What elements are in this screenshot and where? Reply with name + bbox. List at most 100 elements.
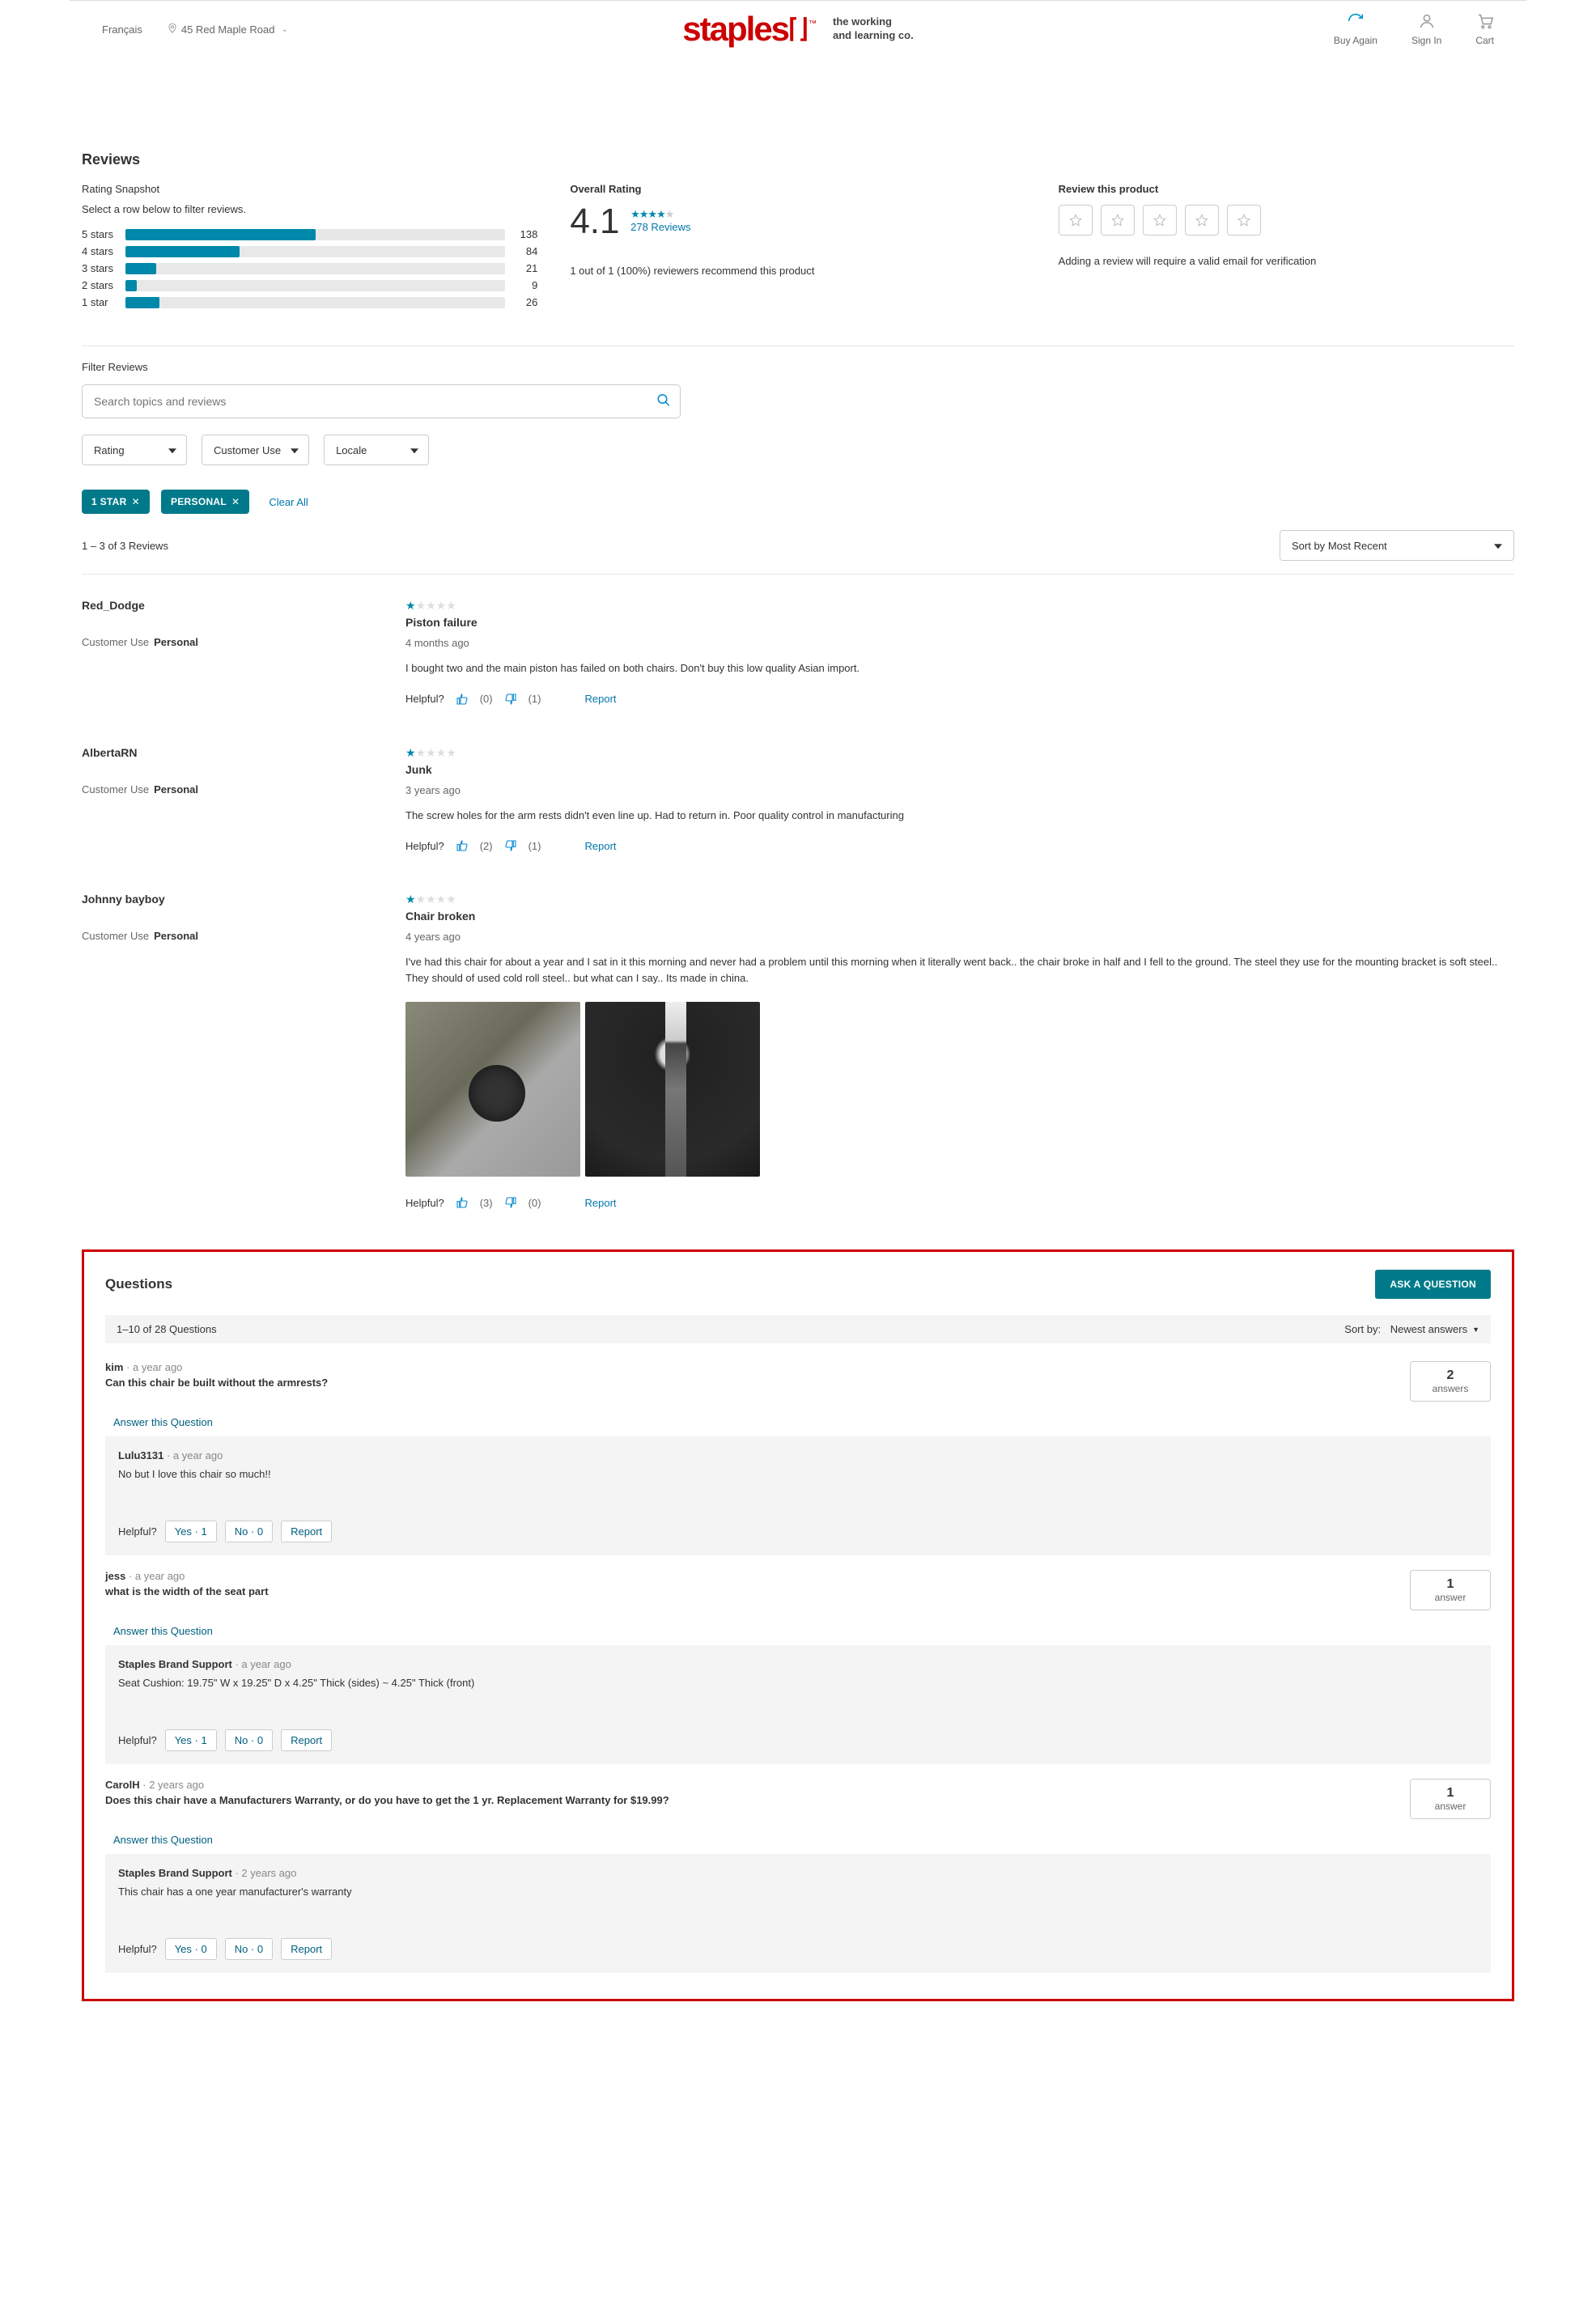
answer-no-button[interactable]: No · 0 [225,1521,273,1542]
cart-link[interactable]: Cart [1475,12,1494,46]
dist-bar [125,263,505,274]
filter-chip-1star[interactable]: 1 STAR✕ [82,490,150,514]
ask-question-button[interactable]: ASK A QUESTION [1375,1270,1491,1299]
helpful-label: Helpful? [118,1943,157,1955]
customer-use-filter-select[interactable]: Customer Use [202,435,309,465]
vote-up-count: (0) [480,693,493,705]
answer-yes-button[interactable]: Yes · 0 [165,1938,217,1960]
answer-author: Staples Brand Support [118,1867,232,1879]
vote-down-button[interactable] [504,693,517,706]
sort-value: Most Recent [1328,540,1387,552]
review-time: 3 years ago [405,784,1514,796]
rating-dist-row[interactable]: 4 stars 84 [82,245,537,257]
answer-count-label: answer [1414,1801,1487,1812]
questions-sort-select[interactable]: Sort by: Newest answers [1344,1323,1479,1335]
vote-down-button[interactable] [504,1196,517,1209]
vote-down-button[interactable] [504,839,517,852]
clear-all-filters[interactable]: Clear All [269,496,308,508]
thumb-down-icon [504,693,517,706]
answer-report-button[interactable]: Report [281,1938,332,1960]
dist-label: 1 star [82,296,125,308]
brand-logo[interactable]: staples⌈⌋™ the working and learning co. [682,10,913,49]
review-author: AlbertaRN [82,746,381,759]
overall-rating-label: Overall Rating [570,183,1025,195]
review-body: I bought two and the main piston has fai… [405,660,1514,677]
answer-count-number: 1 [1414,1786,1487,1801]
answer-count-label: answers [1414,1383,1487,1394]
reviews-count-link[interactable]: 278 Reviews [630,221,690,233]
answer-author: Staples Brand Support [118,1658,232,1670]
customer-use-label: Customer Use [82,783,149,795]
rate-4-star[interactable] [1185,205,1219,235]
rating-dist-row[interactable]: 2 stars 9 [82,279,537,291]
dist-count: 26 [505,296,537,308]
dist-label: 5 stars [82,228,125,240]
location-selector[interactable]: 45 Red Maple Road ⌄ [167,23,288,36]
dist-bar [125,229,505,240]
review-body: I've had this chair for about a year and… [405,954,1514,986]
answer-count-badge[interactable]: 1 answer [1410,1779,1491,1819]
rating-dist-row[interactable]: 5 stars 138 [82,228,537,240]
answer-body: This chair has a one year manufacturer's… [118,1886,1478,1898]
review-image[interactable] [585,1002,760,1177]
report-review-link[interactable]: Report [584,840,616,852]
report-review-link[interactable]: Report [584,1197,616,1209]
rating-dist-row[interactable]: 1 star 26 [82,296,537,308]
rating-snapshot-sub: Select a row below to filter reviews. [82,203,537,215]
dist-count: 9 [505,279,537,291]
question-text: what is the width of the seat part [105,1585,1410,1597]
review-item: AlbertaRN Customer UsePersonal ★★★★★ Jun… [82,746,1514,853]
answer-this-link[interactable]: Answer this Question [105,1620,221,1642]
answer-count-badge[interactable]: 2 answers [1410,1361,1491,1402]
rating-filter-select[interactable]: Rating [82,435,187,465]
answer-count-number: 2 [1414,1368,1487,1383]
language-toggle[interactable]: Français [102,23,142,36]
answer-yes-button[interactable]: Yes · 1 [165,1521,217,1542]
answer-this-link[interactable]: Answer this Question [105,1829,221,1851]
answer-count-label: answer [1414,1592,1487,1603]
dist-label: 4 stars [82,245,125,257]
answer-this-link[interactable]: Answer this Question [105,1411,221,1433]
vote-up-button[interactable] [456,693,469,706]
answer-yes-button[interactable]: Yes · 1 [165,1729,217,1751]
rate-3-star[interactable] [1143,205,1177,235]
buy-again-link[interactable]: Buy Again [1334,12,1377,46]
rate-1-star[interactable] [1059,205,1093,235]
thumb-down-icon [504,839,517,852]
customer-use-label: Customer Use [82,636,149,648]
review-author: Red_Dodge [82,599,381,612]
review-image[interactable] [405,1002,580,1177]
sign-in-link[interactable]: Sign In [1411,12,1441,46]
rating-snapshot-label: Rating Snapshot [82,183,537,195]
report-review-link[interactable]: Report [584,693,616,705]
close-icon: ✕ [132,496,140,507]
vote-up-count: (3) [480,1197,493,1209]
locale-filter-select[interactable]: Locale [324,435,429,465]
question-author: kim [105,1361,123,1373]
customer-use-value: Personal [154,636,198,648]
review-time: 4 years ago [405,931,1514,943]
rate-2-star[interactable] [1101,205,1135,235]
sort-select[interactable]: Sort by Most Recent [1280,530,1514,561]
question-item: kim · a year ago Can this chair be built… [105,1355,1491,1555]
filter-reviews-label: Filter Reviews [82,361,1514,373]
question-time: · a year ago [129,1570,185,1582]
search-icon[interactable] [656,393,671,410]
answer-report-button[interactable]: Report [281,1729,332,1751]
filter-chip-personal[interactable]: PERSONAL✕ [161,490,249,514]
rate-5-star[interactable] [1227,205,1261,235]
location-pin-icon [167,23,178,36]
star-outline-icon [1195,214,1208,227]
answer-no-button[interactable]: No · 0 [225,1729,273,1751]
verification-note: Adding a review will require a valid ema… [1059,255,1514,267]
review-title: Junk [405,763,1514,776]
answer-report-button[interactable]: Report [281,1521,332,1542]
answer-count-badge[interactable]: 1 answer [1410,1570,1491,1610]
answer-no-button[interactable]: No · 0 [225,1938,273,1960]
vote-up-button[interactable] [456,839,469,852]
search-input[interactable] [82,384,681,418]
rating-dist-row[interactable]: 3 stars 21 [82,262,537,274]
vote-up-button[interactable] [456,1196,469,1209]
customer-use-label: Customer Use [82,930,149,942]
review-author: Johnny bayboy [82,893,381,906]
